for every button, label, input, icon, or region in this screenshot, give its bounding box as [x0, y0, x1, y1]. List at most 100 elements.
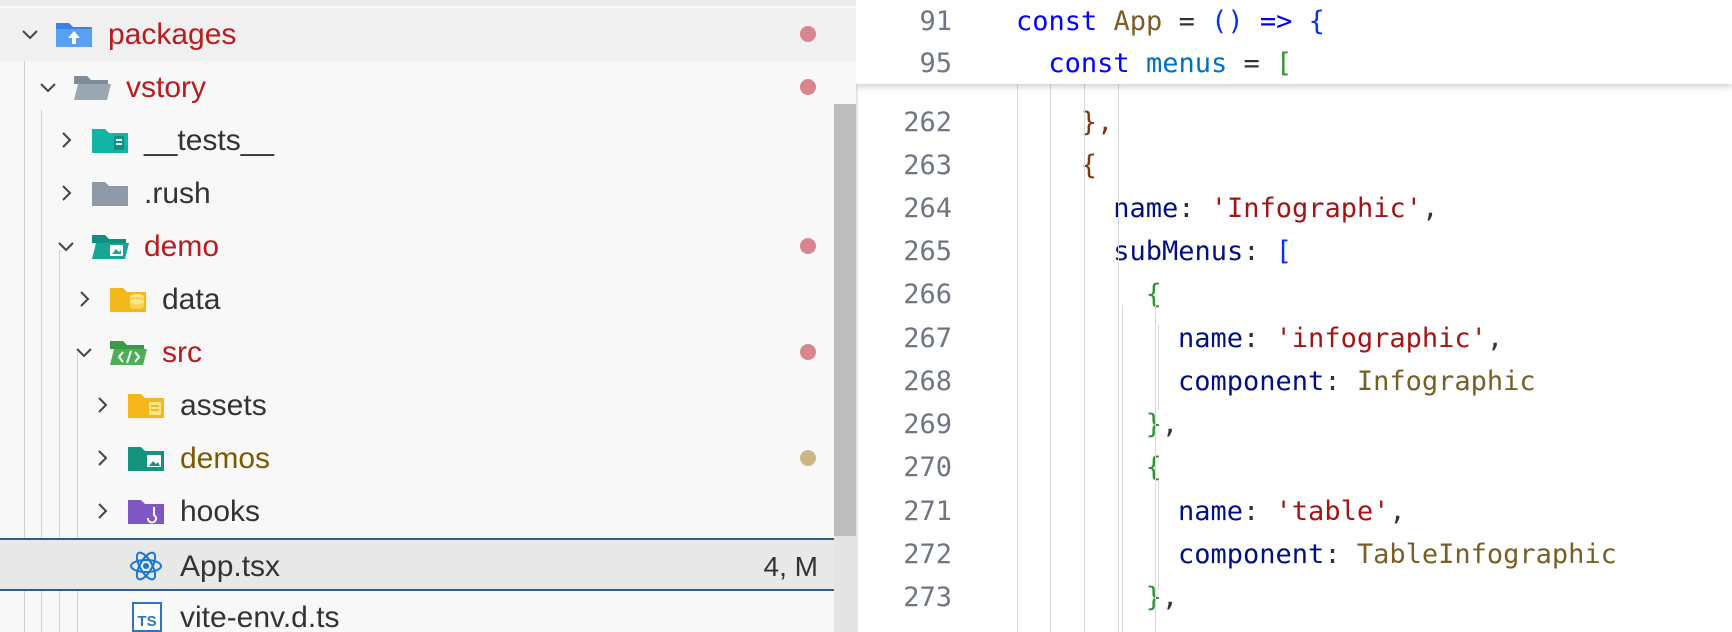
code-token: :	[1178, 193, 1211, 224]
code-token: component	[1178, 366, 1325, 397]
code-token: ,	[1161, 582, 1179, 613]
code-token: =	[1162, 6, 1212, 37]
folder-packages-open-icon	[54, 17, 94, 51]
tree-folder-hooks[interactable]: hooks	[0, 485, 856, 538]
explorer-scrollbar-thumb[interactable]	[834, 104, 856, 536]
code-token: subMenus	[1113, 236, 1244, 267]
tree-file-vite-env-d-ts[interactable]: TS vite-env.d.ts	[0, 591, 856, 632]
code-token: name	[1113, 193, 1179, 224]
chevron-down-icon[interactable]	[20, 24, 40, 44]
chevron-right-icon[interactable]	[56, 183, 76, 203]
code-token: {	[1145, 452, 1162, 483]
code-text: const App = () => {	[1016, 0, 1325, 43]
tree-folder-rush[interactable]: .rush	[0, 167, 856, 220]
folder-src-open-icon	[108, 335, 148, 369]
code-line: 95 const menus = [	[856, 42, 1732, 85]
code-line: 272 component: TableInfographic	[856, 533, 1732, 576]
tree-item-label: __tests__	[144, 124, 275, 157]
tree-folder-vstory[interactable]: vstory	[0, 61, 856, 114]
line-number: 265	[903, 236, 952, 267]
folder-data-icon	[108, 282, 148, 316]
problems-badge: 4, M	[763, 551, 818, 582]
file-explorer: packages vstory __tests__ .rush demo data src a…	[0, 0, 856, 632]
code-text: },	[1146, 403, 1179, 446]
folder-tests-icon	[90, 123, 130, 157]
folder-images-icon	[126, 441, 166, 475]
code-token: :	[1324, 539, 1357, 570]
sticky-scroll-header[interactable]: 91 const App = () => {95 const menus = [	[856, 0, 1732, 84]
code-token: name	[1178, 496, 1244, 527]
indent-guide	[1158, 480, 1159, 590]
line-number: 271	[903, 496, 952, 527]
react-icon	[126, 549, 166, 583]
indent-guide	[1158, 325, 1159, 410]
code-token: }	[1145, 582, 1162, 613]
folder-demo-open-icon	[90, 229, 130, 263]
line-number: 270	[903, 452, 952, 483]
code-line: 265 subMenus: [	[856, 230, 1732, 273]
tree-folder-demo[interactable]: demo	[0, 220, 856, 273]
untracked-dot-icon	[800, 450, 816, 466]
line-number: 262	[903, 107, 952, 138]
tree-item-label: packages	[108, 18, 237, 51]
code-token: =	[1227, 48, 1276, 79]
code-token: },	[1080, 107, 1114, 138]
code-text: subMenus: [	[1113, 230, 1292, 273]
line-number: 264	[903, 193, 952, 224]
code-token: {	[1308, 6, 1325, 37]
folder-open-icon	[72, 70, 112, 104]
chevron-right-icon[interactable]	[74, 289, 94, 309]
line-number: 268	[903, 366, 952, 397]
code-line: 263{	[856, 144, 1732, 187]
modified-dot-icon	[800, 238, 816, 254]
code-token: TableInfographic	[1356, 539, 1617, 570]
code-token: const	[1048, 48, 1130, 79]
tree-folder-data[interactable]: data	[0, 273, 856, 326]
code-text: {	[1146, 446, 1162, 489]
typescript-icon: TS	[126, 600, 166, 632]
code-editor[interactable]: 262}, 263{ 264 name: 'Infographic', 265 subMe…	[856, 0, 1732, 632]
tree-item-label: vstory	[126, 71, 207, 104]
indent-guide	[1084, 84, 1085, 632]
code-token: ,	[1161, 409, 1179, 440]
chevron-right-icon[interactable]	[92, 501, 112, 521]
modified-dot-icon	[800, 79, 816, 95]
code-line: 269},	[856, 403, 1732, 446]
code-token: 'infographic'	[1275, 323, 1487, 354]
chevron-down-icon[interactable]	[74, 342, 94, 362]
code-line: 270 {	[856, 446, 1732, 489]
modified-dot-icon	[800, 344, 816, 360]
code-text: component: TableInfographic	[1178, 533, 1617, 576]
tree-item-label: src	[162, 336, 202, 369]
code-text: const menus = [	[1048, 42, 1292, 85]
chevron-down-icon[interactable]	[38, 77, 58, 97]
tree-folder-demos[interactable]: demos	[0, 432, 856, 485]
indent-guide	[1122, 305, 1123, 632]
code-token: [	[1275, 236, 1293, 267]
tree-folder-packages[interactable]: packages	[0, 8, 856, 61]
code-token: }	[1145, 409, 1162, 440]
tree-folder-src[interactable]: src	[0, 326, 856, 379]
indent-guide	[1017, 84, 1018, 632]
tree-item-label: demos	[180, 442, 271, 475]
chevron-down-icon[interactable]	[56, 236, 76, 256]
code-token: const	[1016, 6, 1098, 37]
explorer-top-edge	[0, 0, 856, 6]
code-token: ,	[1422, 193, 1439, 224]
code-token: App	[1113, 6, 1163, 37]
line-number: 91	[919, 6, 952, 37]
chevron-right-icon[interactable]	[92, 395, 112, 415]
indent-guide	[1050, 84, 1051, 632]
code-token: =>	[1243, 6, 1309, 37]
code-token: 'Infographic'	[1210, 193, 1423, 224]
line-number: 269	[903, 409, 952, 440]
tree-file-app-tsx[interactable]: App.tsx 4, M	[0, 538, 856, 591]
tree-folder-assets[interactable]: assets	[0, 379, 856, 432]
modified-dot-icon	[800, 26, 816, 42]
chevron-right-icon[interactable]	[56, 130, 76, 150]
tree-folder-tests[interactable]: __tests__	[0, 114, 856, 167]
chevron-right-icon[interactable]	[92, 448, 112, 468]
folder-assets-icon	[126, 388, 166, 422]
code-token: ,	[1389, 496, 1406, 527]
code-token: {	[1145, 279, 1162, 310]
